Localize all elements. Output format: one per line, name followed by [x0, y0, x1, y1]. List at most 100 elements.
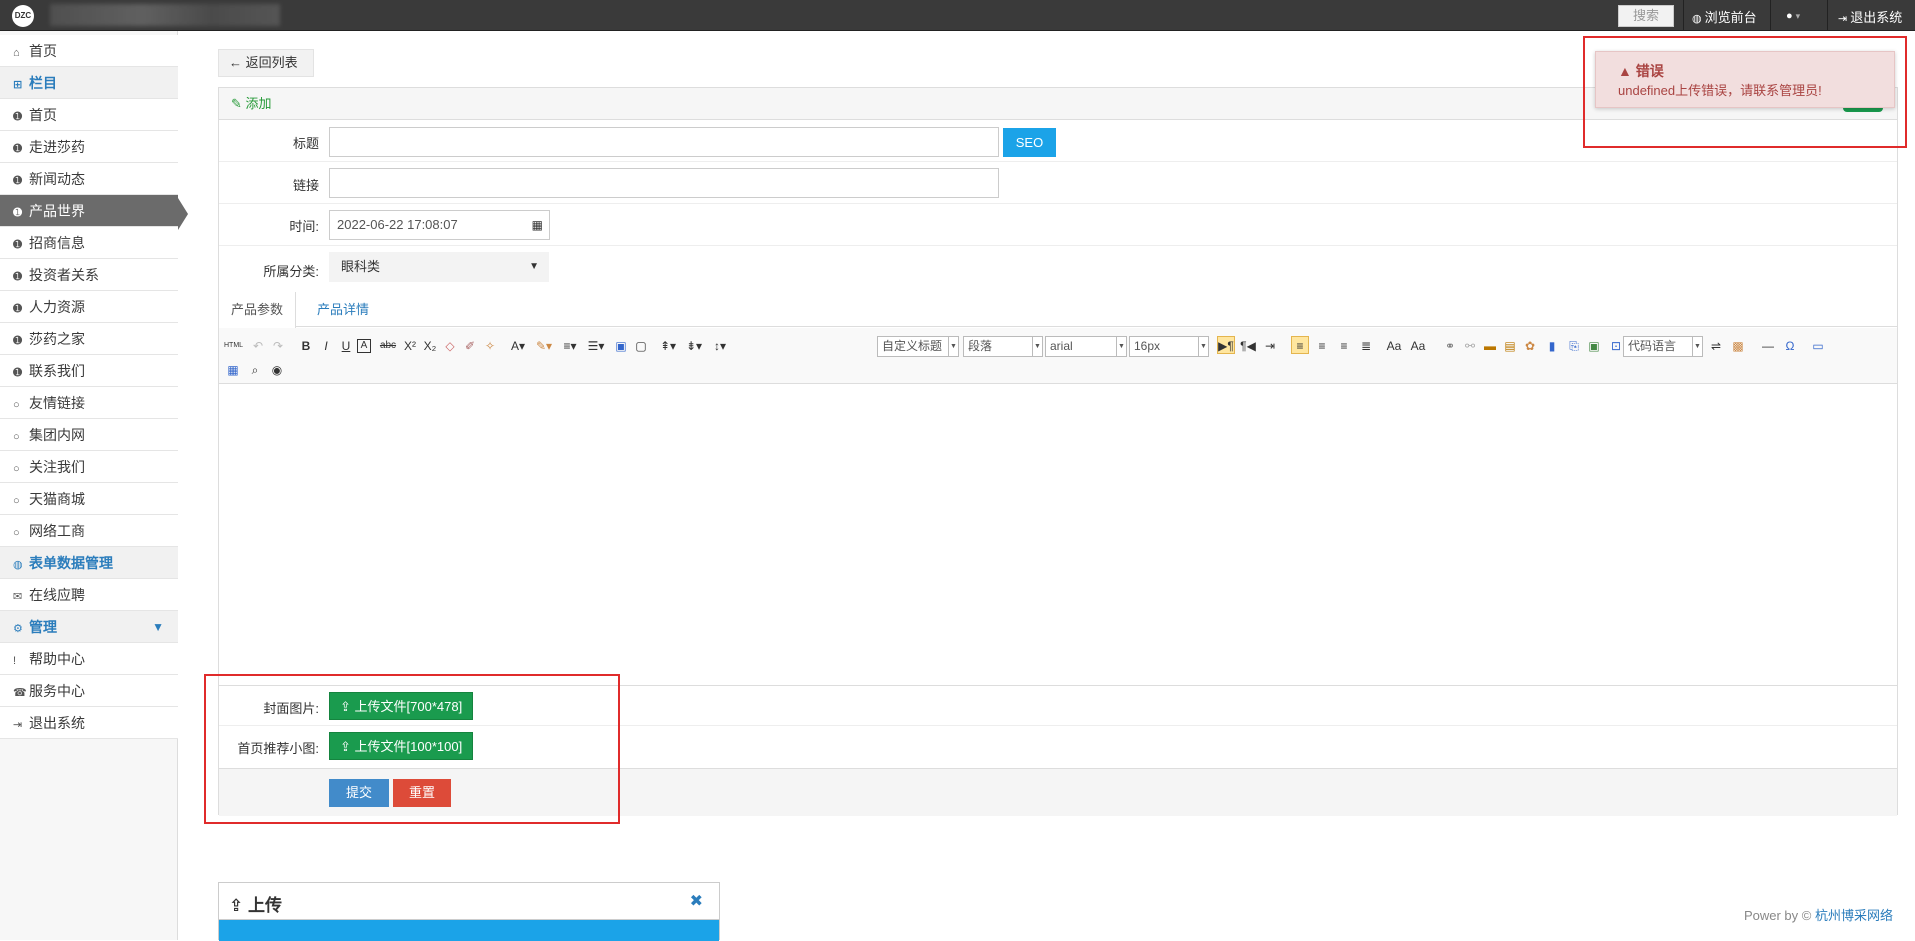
upload-dialog-body	[219, 919, 719, 941]
circle-arrow-icon: ➊	[13, 303, 23, 315]
sidebar-item-contact[interactable]: ➊ 联系我们	[0, 355, 178, 387]
help-icon: ǃ	[13, 655, 17, 667]
undo-icon[interactable]: ↶	[249, 337, 267, 355]
company-link[interactable]: 杭州博采网络	[1815, 908, 1893, 923]
user-menu[interactable]: ● ▾	[1786, 7, 1800, 22]
html-source-icon[interactable]: HTML	[224, 337, 243, 355]
heading-style-select[interactable]: 自定义标题 ▼	[877, 336, 959, 357]
font-color-icon[interactable]: A▾	[509, 337, 527, 355]
code-language-select[interactable]: 代码语言 ▼	[1623, 336, 1703, 357]
multi-image-icon[interactable]: ▤	[1501, 337, 1519, 355]
sidebar-item-news[interactable]: ➊ 新闻动态	[0, 163, 178, 195]
auto-format-icon[interactable]: ✧	[481, 337, 499, 355]
row-spacing-bottom-icon[interactable]: ⇟▾	[685, 337, 703, 355]
sidebar-item-investors[interactable]: ➊ 投资者关系	[0, 259, 178, 291]
page-break-icon[interactable]: ⇌	[1707, 337, 1725, 355]
seo-button[interactable]: SEO	[1003, 128, 1056, 157]
find-replace-icon[interactable]: ◉	[268, 361, 286, 379]
sidebar-item-hr[interactable]: ➊ 人力资源	[0, 291, 178, 323]
eraser-icon[interactable]: ◇	[441, 337, 459, 355]
time-input[interactable]: 2022-06-22 17:08:07 ▦	[329, 210, 550, 240]
link-input[interactable]	[329, 168, 999, 198]
sign-out-icon: ⇥	[1838, 13, 1848, 25]
fullscreen-icon[interactable]: ▭	[1809, 337, 1827, 355]
tab-product-details[interactable]: 产品详情	[305, 292, 381, 327]
quote-icon[interactable]: ▣	[612, 337, 630, 355]
video-icon[interactable]: ▮	[1543, 337, 1561, 355]
sidebar-item-index[interactable]: ➊ 首页	[0, 99, 178, 131]
subscript-icon[interactable]: X₂	[421, 337, 439, 355]
sidebar-item-intranet[interactable]: ○ 集团内网	[0, 419, 178, 451]
ordered-list-icon[interactable]: ≡▾	[561, 337, 579, 355]
chevron-down-icon: ▼	[152, 620, 164, 634]
category-select[interactable]: 眼科类 ▼	[329, 252, 549, 282]
sidebar-item-about[interactable]: ➊ 走进莎药	[0, 131, 178, 163]
blurred-site-name	[50, 4, 280, 26]
sidebar-item-help[interactable]: ǃ 帮助中心	[0, 643, 178, 675]
unlink-icon[interactable]: ⚯	[1461, 337, 1479, 355]
paragraph-select[interactable]: 段落 ▼	[963, 336, 1043, 357]
calendar-icon[interactable]: ▦	[532, 211, 543, 239]
logout-link[interactable]: ⇥ 退出系统	[1838, 7, 1902, 26]
emoticon-icon[interactable]: ✿	[1521, 337, 1539, 355]
align-center-icon[interactable]: ≡	[1313, 337, 1331, 355]
highlight-color-icon[interactable]: ✎▾	[535, 337, 553, 355]
preview-icon[interactable]: ⌕	[246, 361, 264, 379]
link-icon[interactable]: ⚭	[1441, 337, 1459, 355]
sidebar-section-forms[interactable]: ◍ 表单数据管理	[0, 547, 178, 579]
font-family-select[interactable]: arial ▼	[1045, 336, 1127, 357]
sidebar-item-products[interactable]: ➊ 产品世界	[0, 195, 178, 227]
image-icon[interactable]: ▬	[1481, 337, 1499, 355]
uppercase-icon[interactable]: Aa	[1385, 337, 1403, 355]
unordered-list-icon[interactable]: ☰▾	[587, 337, 605, 355]
table-icon[interactable]: ▦	[224, 361, 242, 379]
sidebar-item-home[interactable]: ⌂ 首页	[0, 35, 178, 67]
rich-text-editor-area[interactable]	[219, 385, 1897, 686]
font-border-icon[interactable]: A	[357, 339, 371, 353]
format-brush-icon[interactable]: ✐	[461, 337, 479, 355]
align-left-icon[interactable]: ≡	[1291, 336, 1309, 354]
sidebar-section-columns[interactable]: ⊞ 栏目	[0, 67, 178, 99]
indent-icon[interactable]: ⇥	[1261, 337, 1279, 355]
sidebar-item-follow[interactable]: ○ 关注我们	[0, 451, 178, 483]
superscript-icon[interactable]: X²	[401, 337, 419, 355]
circle-arrow-icon: ➊	[13, 367, 23, 379]
bold-icon[interactable]: B	[297, 337, 315, 355]
close-icon[interactable]: ✖	[690, 891, 703, 911]
sidebar-item-apply[interactable]: ✉ 在线应聘	[0, 579, 178, 611]
sidebar-item-home-of-sha[interactable]: ➊ 莎药之家	[0, 323, 178, 355]
special-chars-icon[interactable]: Ω	[1781, 337, 1799, 355]
browse-front-link[interactable]: ◍ 浏览前台	[1692, 7, 1757, 26]
font-size-select[interactable]: 16px ▼	[1129, 336, 1209, 357]
back-to-list-button[interactable]: ← 返回列表	[218, 49, 314, 77]
search-input[interactable]: 搜索	[1618, 5, 1674, 27]
italic-icon[interactable]: I	[317, 337, 335, 355]
sidebar-section-manage[interactable]: ⚙ 管理 ▼	[0, 611, 178, 643]
paste-plain-icon[interactable]: ▢	[632, 337, 650, 355]
sidebar-item-links[interactable]: ○ 友情链接	[0, 387, 178, 419]
strikethrough-icon[interactable]: abc	[379, 337, 397, 355]
attachment-icon[interactable]: ⎘	[1565, 337, 1583, 355]
sidebar-item-investment[interactable]: ➊ 招商信息	[0, 227, 178, 259]
row-spacing-top-icon[interactable]: ⇞▾	[659, 337, 677, 355]
sidebar-item-tmall[interactable]: ○ 天猫商城	[0, 483, 178, 515]
ltr-icon[interactable]: ▶¶	[1217, 336, 1235, 354]
site-logo[interactable]: DZC	[12, 5, 34, 27]
align-justify-icon[interactable]: ≣	[1357, 337, 1375, 355]
sidebar-item-logout[interactable]: ⇥ 退出系统	[0, 707, 178, 739]
circle-arrow-icon: ➊	[13, 175, 23, 187]
redo-icon[interactable]: ↷	[269, 337, 287, 355]
sidebar-item-business[interactable]: ○ 网络工商	[0, 515, 178, 547]
line-height-icon[interactable]: ↕▾	[711, 337, 729, 355]
lowercase-icon[interactable]: Aa	[1409, 337, 1427, 355]
horizontal-rule-icon[interactable]: —	[1759, 337, 1777, 355]
map-icon[interactable]: ▣	[1585, 337, 1603, 355]
tab-product-params[interactable]: 产品参数	[219, 292, 297, 328]
template-icon[interactable]: ▩	[1729, 337, 1747, 355]
underline-icon[interactable]: U	[337, 337, 355, 355]
align-right-icon[interactable]: ≡	[1335, 337, 1353, 355]
rtl-icon[interactable]: ¶◀	[1239, 337, 1257, 355]
title-input[interactable]	[329, 127, 999, 157]
sidebar-item-service[interactable]: ☎ 服务中心	[0, 675, 178, 707]
home-icon: ⌂	[13, 47, 20, 59]
